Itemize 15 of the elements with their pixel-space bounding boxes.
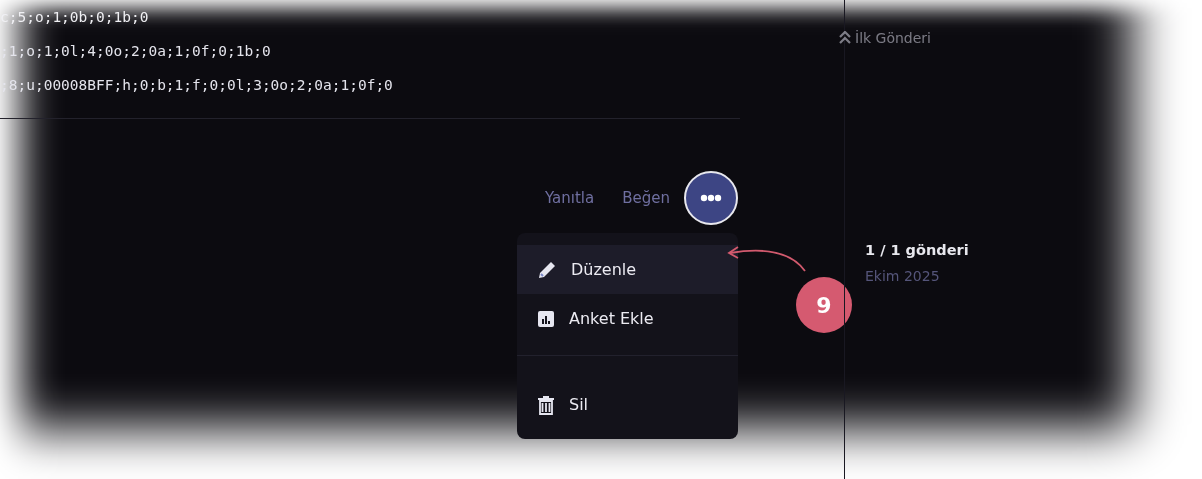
first-post-link[interactable]: İlk Gönderi xyxy=(839,30,931,46)
step-badge: 9 xyxy=(796,277,852,333)
menu-item[interactable]: Anket Ekle xyxy=(517,294,738,343)
trash-icon xyxy=(537,394,555,415)
menu-item[interactable]: Düzenle xyxy=(517,245,738,294)
pencil-icon xyxy=(537,259,557,280)
double-chevron-up-icon xyxy=(839,31,851,45)
more-icon xyxy=(700,194,722,202)
post-count: 1 / 1 gönderi xyxy=(865,242,970,258)
action-link[interactable]: Yanıtla xyxy=(531,189,609,207)
menu-item[interactable]: Sil xyxy=(517,380,738,429)
action-link[interactable]: Beğen xyxy=(608,189,684,207)
more-button[interactable] xyxy=(684,171,738,225)
bar-chart-icon xyxy=(537,309,555,328)
post-date: Ekim 2025 xyxy=(865,268,941,284)
